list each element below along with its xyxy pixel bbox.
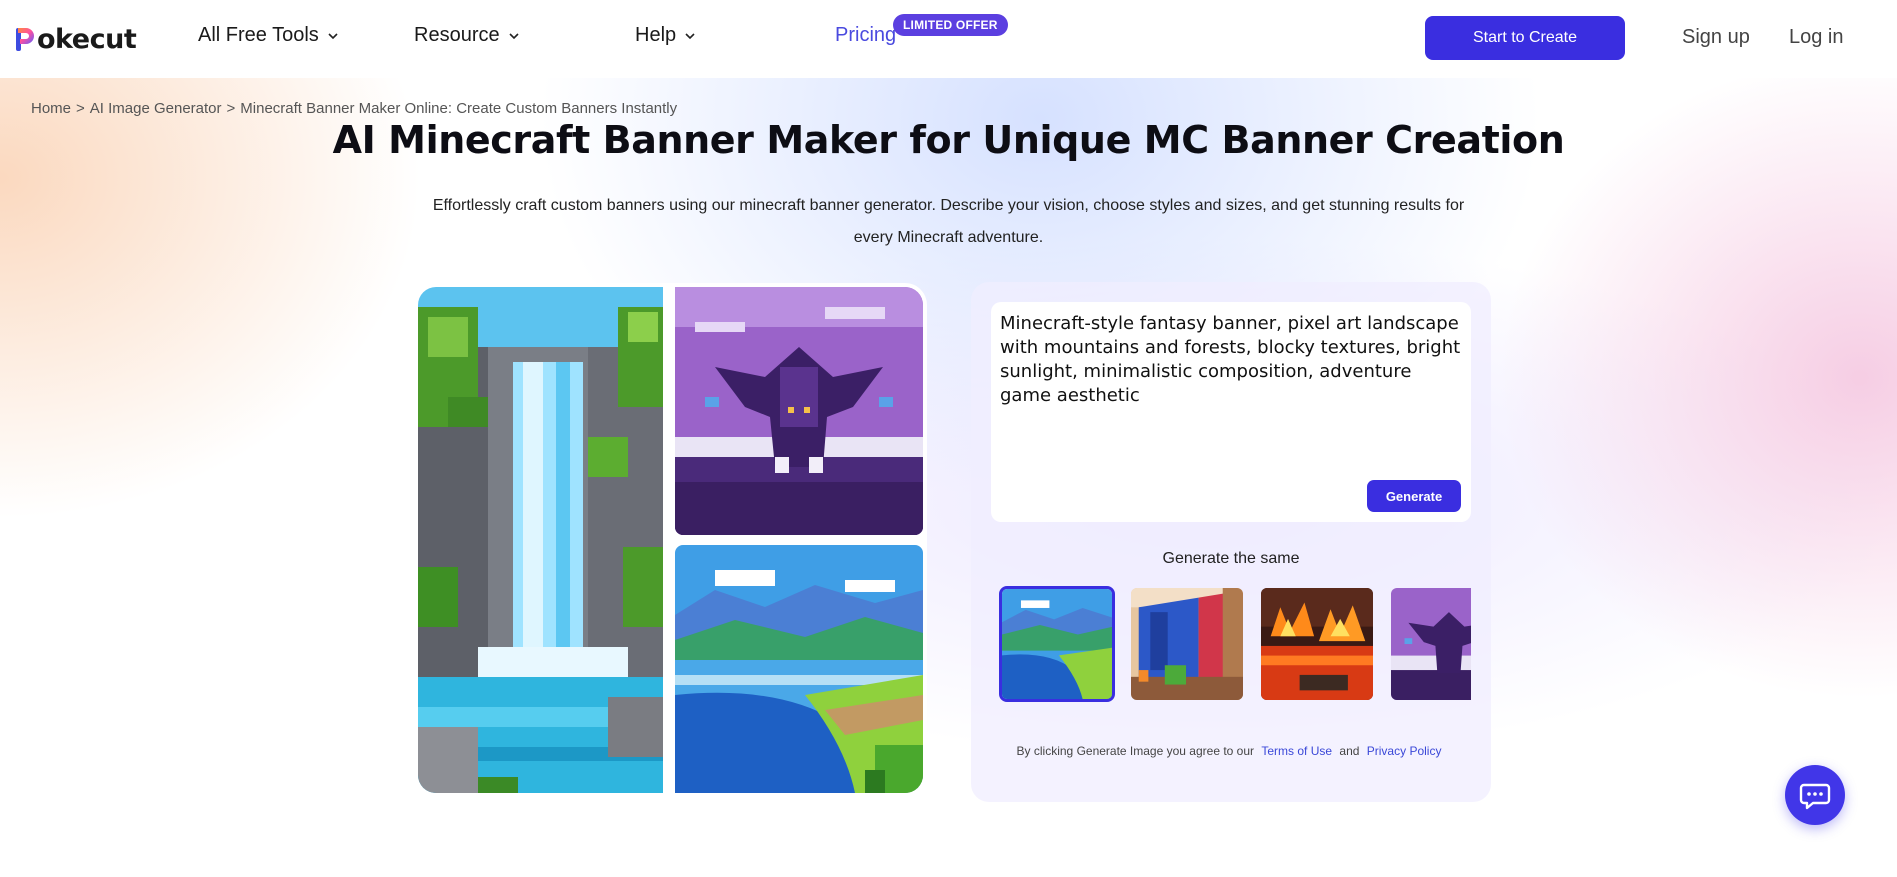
nav-resource-label: Resource [414,24,500,46]
chevron-down-icon [509,32,519,39]
terms-prefix: By clicking Generate Image you agree to … [1016,744,1255,758]
breadcrumb: Home > AI Image Generator > Minecraft Ba… [31,100,677,117]
terms-of-use-link[interactable]: Terms of Use [1261,744,1332,758]
pokecut-logo[interactable]: okecut [14,22,137,56]
showcase-image-waterfall [418,287,663,793]
chevron-down-icon [328,32,338,39]
nav-all-free-tools-label: All Free Tools [198,24,319,46]
nav-resource[interactable]: Resource [414,24,520,47]
nav-all-free-tools[interactable]: All Free Tools [198,24,339,47]
logo-text: okecut [37,23,137,55]
privacy-policy-link[interactable]: Privacy Policy [1367,744,1442,758]
thumbnail-mountain-lake[interactable] [999,586,1115,702]
chevron-down-icon [685,32,695,39]
showcase-image-dragon [675,287,923,535]
sign-up-link[interactable]: Sign up [1682,26,1750,49]
chat-support-button[interactable] [1785,765,1845,825]
generate-button[interactable]: Generate [1367,480,1461,512]
generate-the-same-label: Generate the same [1162,550,1300,567]
breadcrumb-home[interactable]: Home [31,100,71,117]
limited-offer-badge: LIMITED OFFER [893,14,1008,36]
terms-and: and [1339,744,1360,758]
log-in-link[interactable]: Log in [1789,26,1844,49]
showcase-gallery [414,283,927,797]
showcase-image-mountain-lake [675,545,923,793]
example-thumbnails [999,584,1471,704]
top-navigation: okecut All Free Tools Resource Help Pric… [0,0,1897,78]
thumbnail-lava-fire[interactable] [1259,586,1375,702]
nav-pricing-label: Pricing [835,24,897,46]
breadcrumb-separator: > [76,100,85,117]
thumbnail-blocky-wall[interactable] [1129,586,1245,702]
thumbnail-purple-dragon[interactable] [1389,586,1471,702]
page-subtitle: Effortlessly craft custom banners using … [432,197,1465,246]
prompt-text[interactable]: Minecraft-style fantasy banner, pixel ar… [1000,312,1465,408]
start-to-create-button[interactable]: Start to Create [1425,16,1625,60]
chat-bubble-icon [1799,783,1831,810]
breadcrumb-separator: > [226,100,236,117]
page-title: AI Minecraft Banner Maker for Unique MC … [332,118,1565,162]
breadcrumb-current: Minecraft Banner Maker Online: Create Cu… [240,100,678,117]
nav-help[interactable]: Help [635,24,696,47]
logo-p-icon [16,28,34,51]
nav-help-label: Help [635,24,677,46]
nav-pricing[interactable]: Pricing [835,24,896,47]
breadcrumb-ai-image-generator[interactable]: AI Image Generator [90,100,222,117]
terms-notice: By clicking Generate Image you agree to … [971,744,1491,758]
